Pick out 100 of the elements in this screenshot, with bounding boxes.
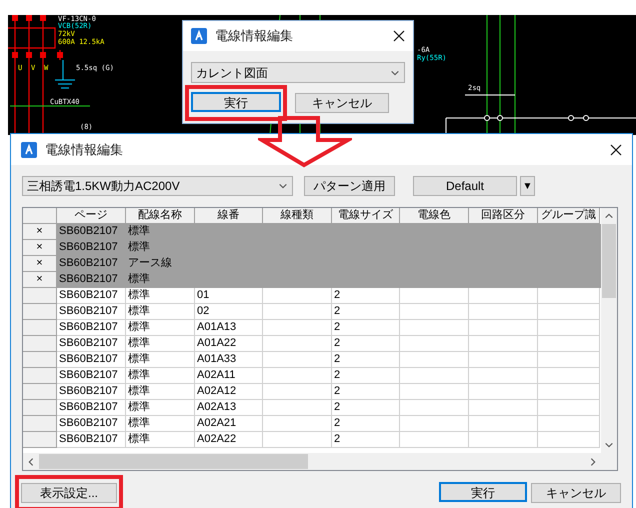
table-cell: 2 [334, 417, 340, 429]
table-cell: 01 [197, 289, 210, 301]
table-cell: SB60B2107 [59, 273, 118, 285]
pattern-dropdown[interactable]: 三相誘電1.5KW動力AC200V [22, 176, 293, 196]
row-header[interactable] [23, 416, 57, 432]
table-cell: 標準 [128, 385, 150, 397]
row-header[interactable] [23, 352, 57, 368]
column-header[interactable]: ページ [57, 208, 126, 224]
close-icon[interactable] [610, 144, 622, 156]
table-cell: SB60B2107 [59, 321, 118, 333]
table-cell: SB60B2107 [59, 257, 118, 269]
row-header[interactable] [23, 336, 57, 352]
table-row[interactable]: SB60B2107 標準 A01A13 2 [23, 320, 601, 336]
table-cell: 2 [334, 289, 340, 301]
column-header[interactable]: 線番 [195, 208, 263, 224]
column-header[interactable]: 電線色 [400, 208, 469, 224]
chevron-right-icon[interactable] [588, 456, 598, 466]
dialog-button[interactable]: キャンセル [531, 483, 621, 503]
table-cell: 標準 [128, 289, 150, 301]
column-header[interactable]: 電線サイズ [332, 208, 400, 224]
table-cell: 02 [197, 305, 210, 317]
table-cell: 標準 [128, 321, 150, 333]
table-row[interactable]: × SB60B2107 標準 [23, 272, 601, 288]
chevron-down-icon[interactable] [604, 440, 614, 450]
preset-dropdown-button[interactable]: ▼ [520, 176, 535, 196]
table-cell: SB60B2107 [59, 225, 118, 237]
table-cell: A02A13 [197, 401, 236, 413]
table-cell: SB60B2107 [59, 417, 118, 429]
table-cell: 標準 [128, 369, 150, 381]
table-cell: SB60B2107 [59, 337, 118, 349]
dropdown[interactable]: カレント図面 [191, 62, 405, 83]
row-header[interactable]: × [23, 224, 57, 240]
table-cell: A01A33 [197, 353, 236, 365]
row-header[interactable] [23, 432, 57, 448]
row-header[interactable]: × [23, 272, 57, 288]
table-row[interactable]: × SB60B2107 標準 [23, 224, 601, 240]
table-cell: A02A22 [197, 433, 236, 445]
table-cell: 2 [334, 401, 340, 413]
table-cell: SB60B2107 [59, 305, 118, 317]
table-row[interactable]: SB60B2107 標準 A02A12 2 [23, 384, 601, 400]
table-row[interactable]: SB60B2107 標準 A02A22 2 [23, 432, 601, 448]
close-icon[interactable] [393, 30, 405, 42]
table-row[interactable]: × SB60B2107 アース線 [23, 256, 601, 272]
table-cell: A01A13 [197, 321, 236, 333]
dialog-button[interactable]: 表示設定... [21, 483, 117, 503]
preset-button[interactable]: Default [413, 176, 517, 196]
app-icon [191, 28, 207, 44]
table-cell: 標準 [128, 305, 150, 317]
table-row[interactable]: SB60B2107 標準 A01A33 2 [23, 352, 601, 368]
table-cell: 標準 [128, 337, 150, 349]
table-cell: A01A22 [197, 337, 236, 349]
table-row[interactable]: SB60B2107 標準 02 2 [23, 304, 601, 320]
column-header[interactable]: 配線名称 [126, 208, 195, 224]
table-cell: 2 [334, 337, 340, 349]
table-cell: 2 [334, 369, 340, 381]
column-header[interactable]: 回路区分 [469, 208, 538, 224]
table-cell: SB60B2107 [59, 241, 118, 253]
row-header[interactable] [23, 384, 57, 400]
row-header[interactable] [23, 288, 57, 304]
chevron-down-icon[interactable] [278, 181, 288, 191]
table-row[interactable]: SB60B2107 標準 A01A22 2 [23, 336, 601, 352]
row-header[interactable]: × [23, 240, 57, 256]
table-row[interactable]: SB60B2107 標準 A02A13 2 [23, 400, 601, 416]
table-cell: SB60B2107 [59, 433, 118, 445]
table-cell: 標準 [128, 225, 150, 237]
table-row[interactable]: × SB60B2107 標準 [23, 240, 601, 256]
row-header[interactable] [23, 304, 57, 320]
app-icon [21, 142, 37, 158]
table-cell: 2 [334, 353, 340, 365]
table-cell: A02A21 [197, 417, 236, 429]
table-cell: A02A11 [197, 369, 236, 381]
row-header[interactable] [23, 368, 57, 384]
table-cell: 標準 [128, 241, 150, 253]
table-cell: 2 [334, 385, 340, 397]
table-cell: A02A12 [197, 385, 236, 397]
row-header[interactable] [23, 320, 57, 336]
table-cell: SB60B2107 [59, 385, 118, 397]
table-cell: SB60B2107 [59, 289, 118, 301]
chevron-up-icon[interactable] [604, 211, 614, 221]
table-cell: SB60B2107 [59, 369, 118, 381]
apply-pattern-button[interactable]: パターン適用 [304, 176, 395, 196]
table-cell: アース線 [128, 257, 172, 269]
table-row[interactable]: SB60B2107 標準 01 2 [23, 288, 601, 304]
table-cell: 2 [334, 305, 340, 317]
chevron-left-icon[interactable] [26, 456, 36, 466]
dialog-button[interactable]: キャンセル [295, 93, 389, 113]
table-cell: 標準 [128, 273, 150, 285]
table-cell: SB60B2107 [59, 401, 118, 413]
table-cell: 標準 [128, 353, 150, 365]
table-row[interactable]: SB60B2107 標準 A02A21 2 [23, 416, 601, 432]
table-cell: 標準 [128, 433, 150, 445]
window-title: 電線情報編集 [45, 140, 124, 159]
column-header[interactable]: 線種類 [263, 208, 332, 224]
table-cell: 2 [334, 321, 340, 333]
dialog-button[interactable]: 実行 [191, 92, 281, 112]
row-header[interactable]: × [23, 256, 57, 272]
dialog-button[interactable]: 実行 [439, 482, 527, 502]
column-header[interactable]: グループ識 [538, 208, 600, 224]
table-row[interactable]: SB60B2107 標準 A02A11 2 [23, 368, 601, 384]
row-header[interactable] [23, 400, 57, 416]
